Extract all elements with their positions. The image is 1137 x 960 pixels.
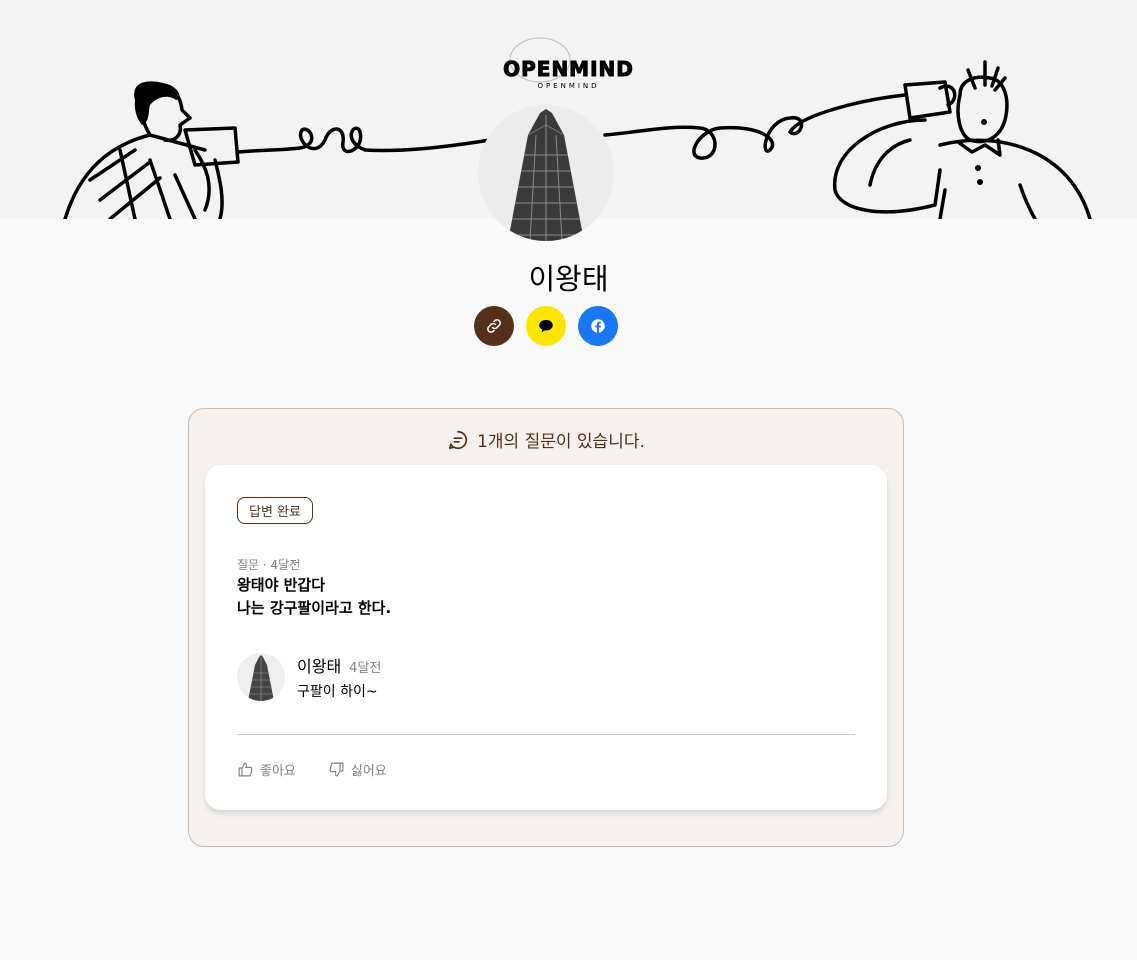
kakao-talk-icon bbox=[539, 320, 553, 333]
answer-header: 이왕태 4달전 bbox=[297, 653, 381, 677]
question-meta: 질문 · 4달전 bbox=[237, 558, 301, 572]
openmind-logo[interactable]: OPENMIND OPENMIND bbox=[0, 57, 1137, 91]
thumbs-down-icon bbox=[329, 762, 344, 777]
share-facebook-button[interactable] bbox=[578, 306, 618, 346]
answer-author-name: 이왕태 bbox=[297, 657, 342, 676]
question-text: 왕태야 반갑다 나는 강구팔이라고 한다. bbox=[237, 574, 837, 620]
dislike-button[interactable]: 싫어요 bbox=[328, 760, 387, 779]
question-card: 답변 완료 질문 · 4달전 왕태야 반갑다 나는 강구팔이라고 한다. 이왕태 bbox=[205, 465, 887, 810]
answer-time: 4달전 bbox=[349, 661, 382, 676]
thumbs-up-icon bbox=[238, 762, 253, 777]
profile-avatar bbox=[478, 105, 614, 241]
building-thumbnail-image bbox=[237, 653, 285, 701]
share-kakao-button[interactable] bbox=[526, 306, 566, 346]
feed-header: 1개의 질문이 있습니다. bbox=[189, 427, 903, 452]
answer-text: 구팔이 하이~ bbox=[297, 684, 378, 700]
logo-wordmark: OPENMIND bbox=[503, 57, 634, 82]
facebook-icon bbox=[591, 319, 605, 333]
link-icon bbox=[487, 319, 501, 333]
reaction-bar: 좋아요 싫어요 bbox=[237, 760, 387, 779]
messages-icon bbox=[449, 430, 468, 449]
like-button[interactable]: 좋아요 bbox=[237, 760, 296, 779]
card-divider bbox=[237, 734, 855, 735]
answered-badge: 답변 완료 bbox=[237, 497, 313, 524]
question-line-1: 왕태야 반갑다 bbox=[237, 576, 326, 594]
building-photo-image bbox=[478, 105, 614, 241]
like-label: 좋아요 bbox=[260, 764, 296, 779]
profile-name: 이왕태 bbox=[528, 262, 609, 296]
share-buttons bbox=[474, 306, 618, 346]
question-line-2: 나는 강구팔이라고 한다. bbox=[237, 599, 392, 617]
share-link-button[interactable] bbox=[474, 306, 514, 346]
question-feed: 1개의 질문이 있습니다. 답변 완료 질문 · 4달전 왕태야 반갑다 나는 … bbox=[188, 408, 904, 847]
dislike-label: 싫어요 bbox=[350, 764, 387, 779]
answer-avatar bbox=[237, 653, 285, 701]
logo-subtitle: OPENMIND bbox=[537, 82, 600, 90]
question-count-text: 1개의 질문이 있습니다. bbox=[477, 432, 645, 452]
